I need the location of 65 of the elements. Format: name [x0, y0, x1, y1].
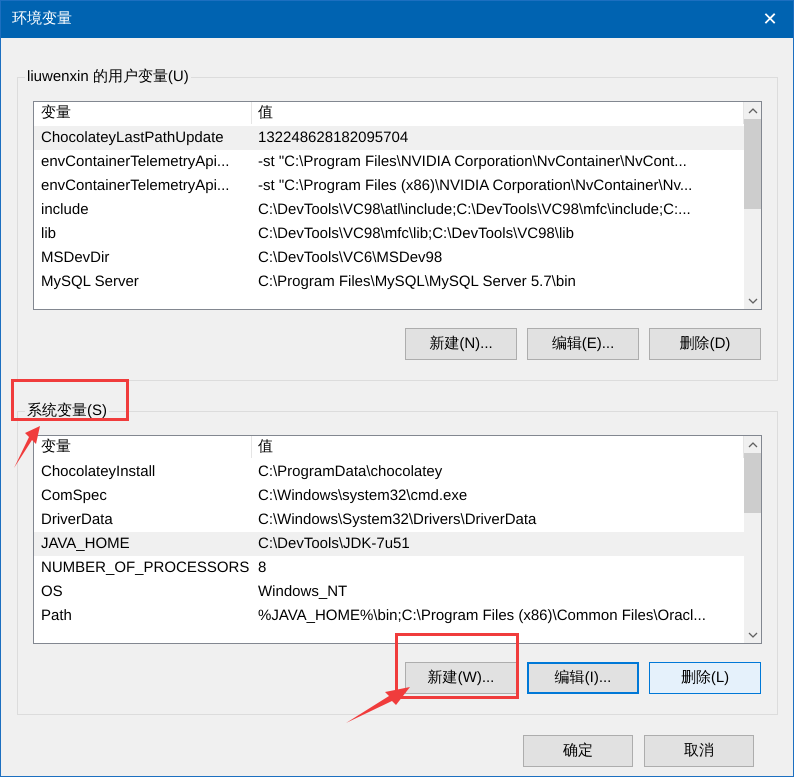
list-row[interactable]: DriverData C:\Windows\System32\Drivers\DriverData — [34, 508, 744, 532]
close-button[interactable]: ✕ — [747, 6, 793, 33]
variable-name: lib — [40, 224, 58, 244]
scroll-up-icon[interactable] — [748, 108, 758, 114]
list-row[interactable]: MySQL Server C:\Program Files\MySQL\MySQL Server 5.7\bin — [34, 270, 744, 294]
list-row[interactable]: lib C:\DevTools\VC98\mfc\lib;C:\DevTools\VC98\lib — [34, 222, 744, 246]
variable-value: C:\DevTools\JDK-7u51 — [257, 534, 411, 554]
variable-value: Windows_NT — [257, 582, 348, 602]
action-button[interactable]: 编辑(I)... — [527, 662, 639, 694]
variable-name: NUMBER_OF_PROCESSORS — [40, 558, 250, 578]
variable-value: C:\DevTools\VC6\MSDev98 — [257, 248, 444, 268]
action-button[interactable]: 编辑(E)... — [527, 328, 639, 360]
variable-value: %JAVA_HOME%\bin;C:\Program Files (x86)\Common Files\Oracl... — [257, 606, 707, 626]
variable-name: DriverData — [40, 510, 114, 530]
scrollbar[interactable] — [744, 102, 761, 309]
variable-name: envContainerTelemetryApi... — [40, 176, 230, 196]
column-header[interactable]: 变量 — [34, 102, 252, 124]
variable-name: Path — [40, 606, 73, 626]
list-row[interactable]: include C:\DevTools\VC98\atl\include;C:\DevTools\VC98\mfc\include;C:... — [34, 198, 744, 222]
variable-name: MSDevDir — [40, 248, 110, 268]
variable-value: C:\DevTools\VC98\mfc\lib;C:\DevTools\VC98\lib — [257, 224, 575, 244]
scroll-thumb[interactable] — [744, 453, 761, 513]
scroll-down-icon[interactable] — [748, 632, 758, 638]
list-row[interactable]: OS Windows_NT — [34, 580, 744, 604]
ok-button[interactable]: 确定 — [523, 735, 633, 767]
window-title: 环境变量 — [12, 9, 72, 30]
list-row[interactable]: JAVA_HOME C:\DevTools\JDK-7u51 — [34, 532, 744, 556]
list-row[interactable]: MSDevDir C:\DevTools\VC6\MSDev98 — [34, 246, 744, 270]
variable-name: ComSpec — [40, 486, 108, 506]
variable-name: ChocolateyInstall — [40, 462, 156, 482]
variable-name: envContainerTelemetryApi... — [40, 152, 230, 172]
variable-value: C:\DevTools\VC98\atl\include;C:\DevTools\VC98\mfc\include;C:... — [257, 200, 692, 220]
variable-name: MySQL Server — [40, 272, 140, 292]
arrow — [346, 687, 410, 723]
action-button[interactable]: 新建(N)... — [405, 328, 517, 360]
list-row[interactable]: ChocolateyLastPathUpdate 132248628182095704 — [34, 126, 744, 150]
variable-name: OS — [40, 582, 64, 602]
variable-value: C:\Program Files\MySQL\MySQL Server 5.7\bin — [257, 272, 577, 292]
scroll-thumb[interactable] — [744, 119, 761, 209]
action-button[interactable]: 删除(L) — [649, 662, 761, 694]
scroll-down-icon[interactable] — [748, 298, 758, 304]
scrollbar[interactable] — [744, 436, 761, 643]
action-button[interactable]: 删除(D) — [649, 328, 761, 360]
variable-value: C:\Windows\system32\cmd.exe — [257, 486, 468, 506]
list-row[interactable]: NUMBER_OF_PROCESSORS 8 — [34, 556, 744, 580]
list-row[interactable]: envContainerTelemetryApi... -st "C:\Program Files (x86)\NVIDIA Corporation\NvContainer\Nv... — [34, 174, 744, 198]
cancel-button[interactable]: 取消 — [644, 735, 754, 767]
variable-value: 132248628182095704 — [257, 128, 410, 148]
group-label: 系统变量(S) — [26, 401, 108, 421]
variable-value: -st "C:\Program Files (x86)\NVIDIA Corporation\NvContainer\Nv... — [257, 176, 694, 196]
variable-value: C:\Windows\System32\Drivers\DriverData — [257, 510, 538, 530]
variable-name: include — [40, 200, 90, 220]
list-row[interactable]: envContainerTelemetryApi... -st "C:\Program Files\NVIDIA Corporation\NvContainer\NvCont... — [34, 150, 744, 174]
list-row[interactable]: Path %JAVA_HOME%\bin;C:\Program Files (x86)\Common Files\Oracl... — [34, 604, 744, 628]
variable-value: 8 — [257, 558, 268, 578]
variable-name: JAVA_HOME — [40, 534, 131, 554]
variable-value: C:\ProgramData\chocolatey — [257, 462, 444, 482]
arrow — [14, 426, 40, 468]
group-label: liuwenxin 的用户变量(U) — [26, 67, 190, 87]
scroll-up-icon[interactable] — [748, 442, 758, 448]
list-row[interactable]: ComSpec C:\Windows\system32\cmd.exe — [34, 484, 744, 508]
list-row[interactable]: ChocolateyInstall C:\ProgramData\chocolatey — [34, 460, 744, 484]
variable-value: -st "C:\Program Files\NVIDIA Corporation\NvContainer\NvCont... — [257, 152, 688, 172]
action-button[interactable]: 新建(W)... — [405, 662, 517, 694]
variable-name: ChocolateyLastPathUpdate — [40, 128, 225, 148]
